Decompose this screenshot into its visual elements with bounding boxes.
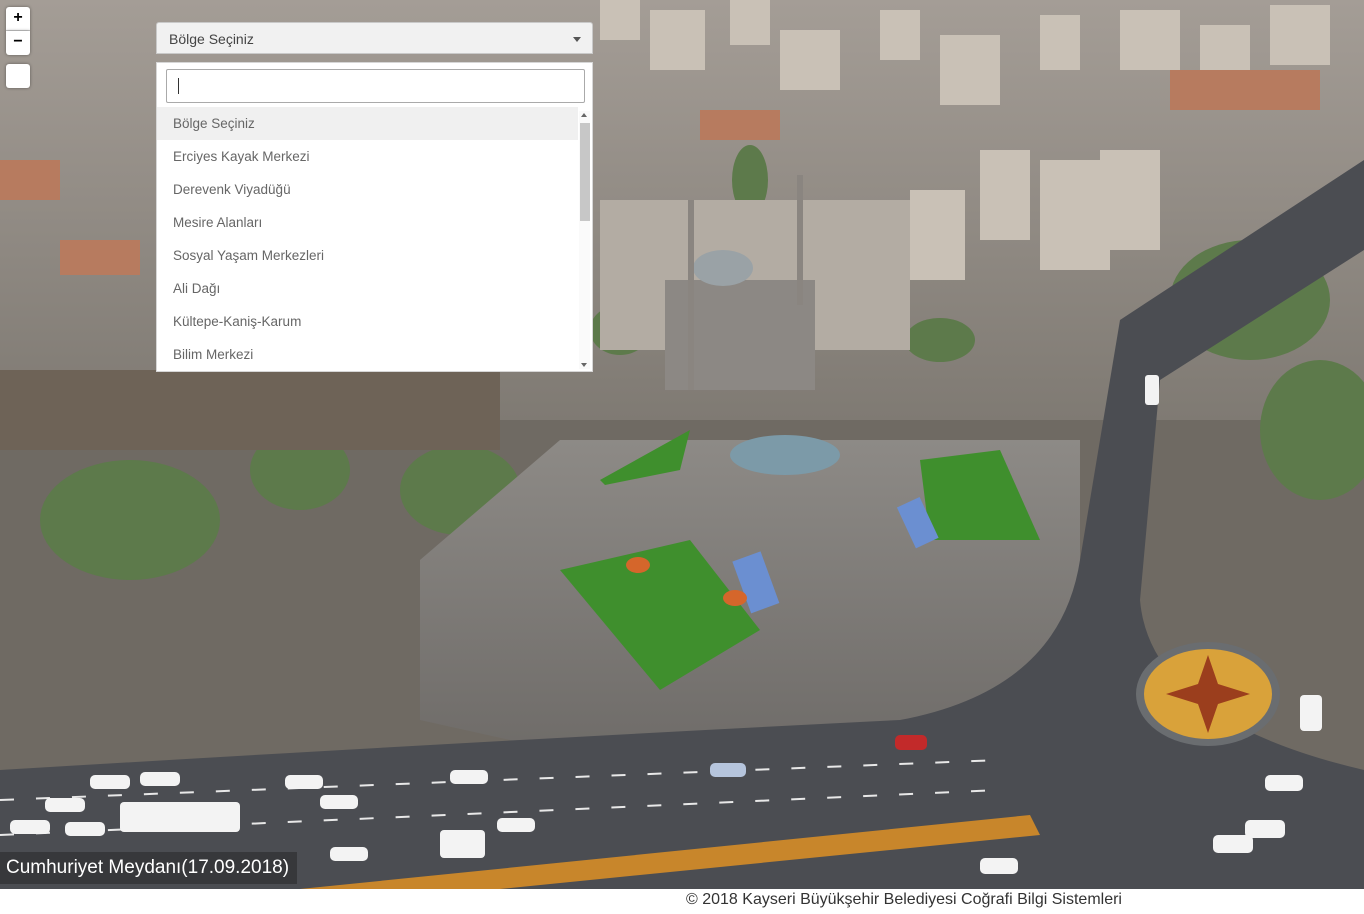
copyright-footer: © 2018 Kayseri Büyükşehir Belediyesi Coğ…: [686, 891, 1122, 908]
region-option[interactable]: Mesire Alanları: [157, 206, 578, 239]
text-cursor: [178, 78, 179, 94]
panorama-caption: Cumhuriyet Meydanı(17.09.2018): [0, 852, 298, 884]
region-option[interactable]: Kültepe-Kaniş-Karum: [157, 305, 578, 338]
fullscreen-button[interactable]: [6, 64, 30, 88]
scrollbar-thumb[interactable]: [580, 123, 590, 221]
scroll-down-arrow-icon[interactable]: [581, 363, 587, 367]
region-search-input[interactable]: [166, 69, 585, 103]
region-option[interactable]: Erciyes Kayak Merkezi: [157, 140, 578, 173]
region-option[interactable]: Ali Dağı: [157, 272, 578, 305]
region-select-value: Bölge Seçiniz: [169, 31, 254, 47]
region-option[interactable]: Bilim Merkezi: [157, 338, 578, 371]
region-select[interactable]: Bölge Seçiniz: [156, 22, 593, 54]
region-dropdown: Bölge Seçiniz Erciyes Kayak Merkezi Dere…: [156, 62, 593, 372]
region-option[interactable]: Bölge Seçiniz: [157, 107, 578, 140]
region-options-list: Bölge Seçiniz Erciyes Kayak Merkezi Dere…: [157, 107, 578, 371]
scroll-up-arrow-icon[interactable]: [581, 113, 587, 117]
region-option[interactable]: Sosyal Yaşam Merkezleri: [157, 239, 578, 272]
region-option[interactable]: Derevenk Viyadüğü: [157, 173, 578, 206]
chevron-down-icon: [573, 37, 581, 42]
zoom-out-button[interactable]: −: [6, 31, 30, 55]
zoom-in-button[interactable]: +: [6, 7, 30, 31]
dropdown-scrollbar[interactable]: [579, 111, 590, 369]
